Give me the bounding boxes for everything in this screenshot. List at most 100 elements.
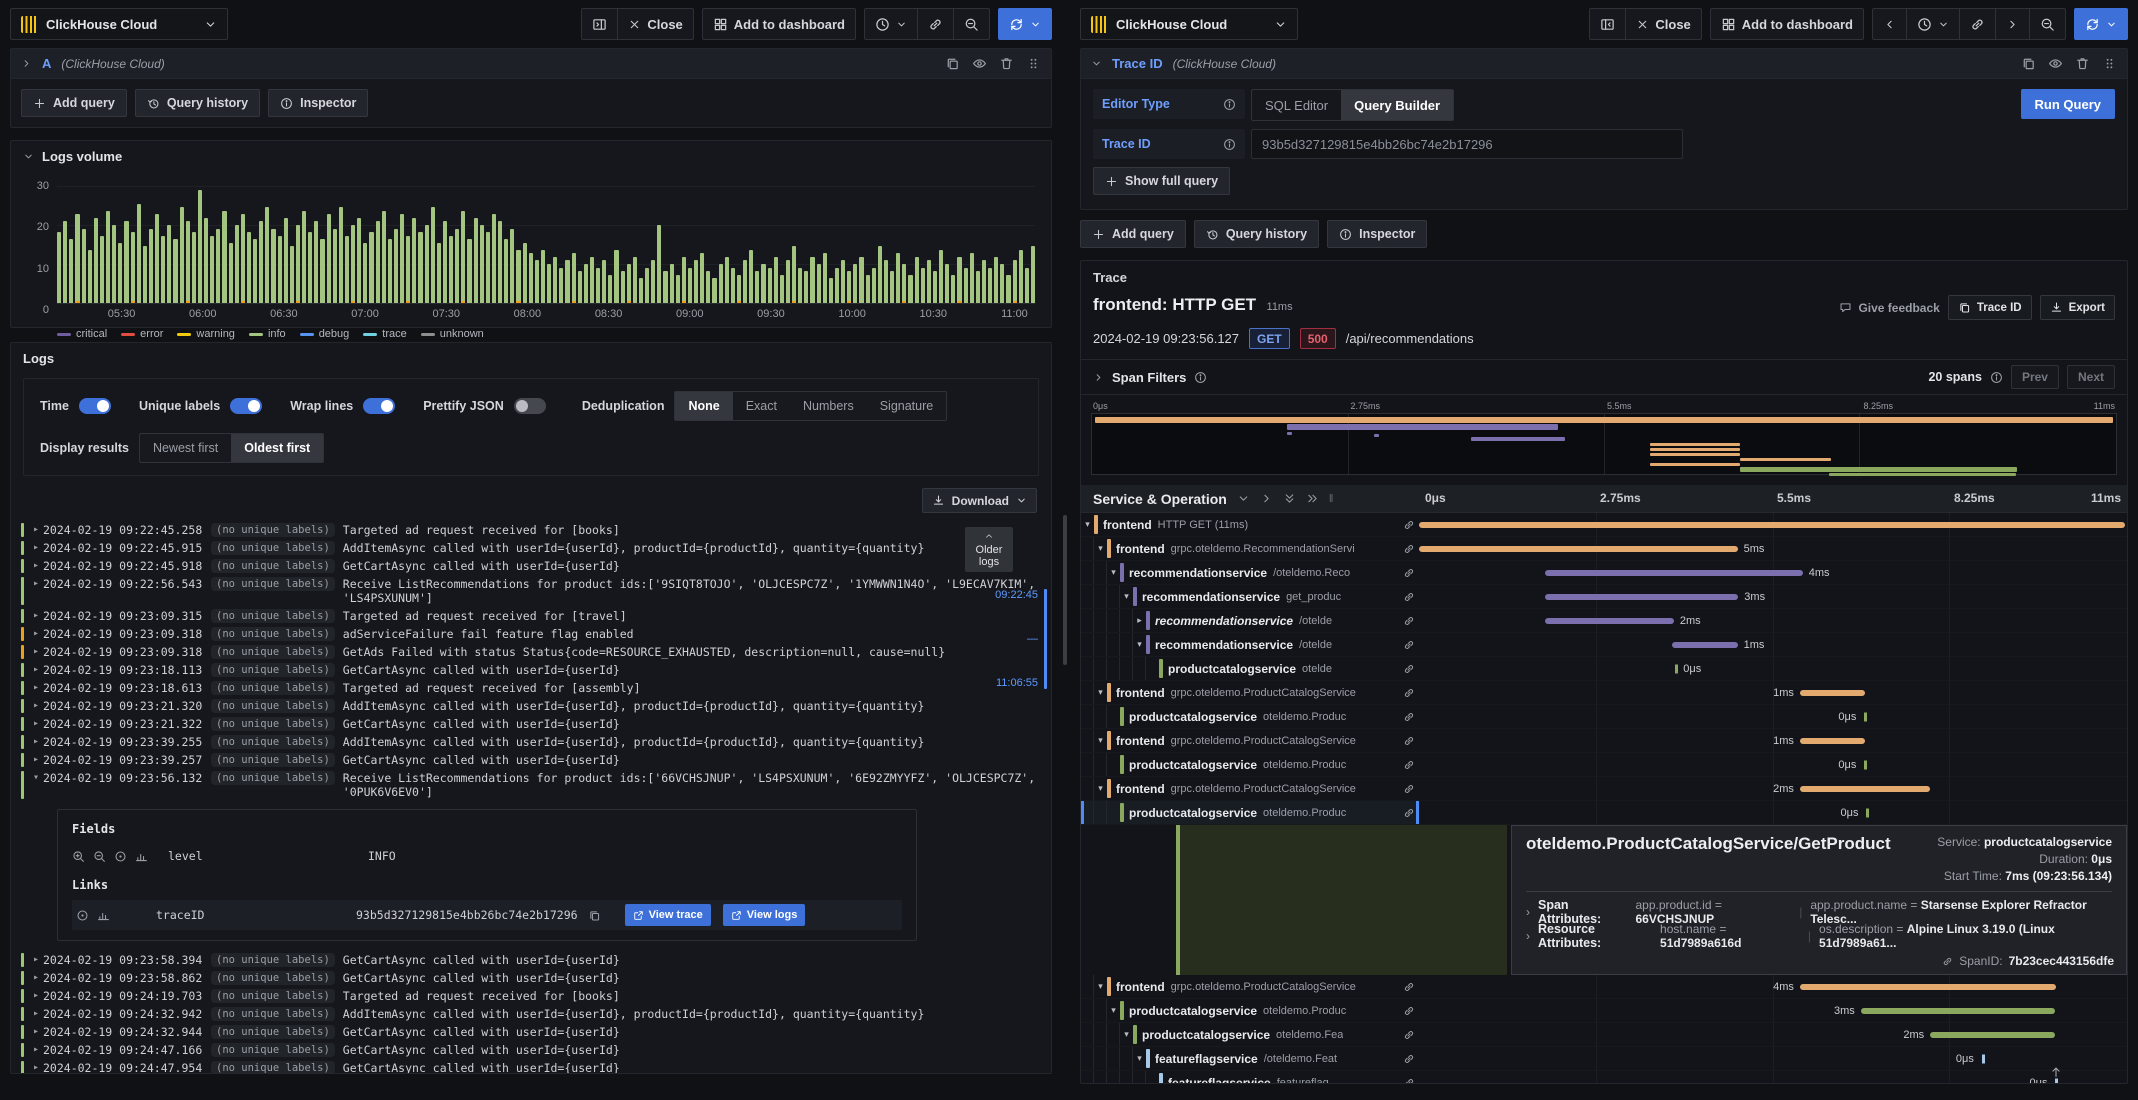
volume-bar[interactable]	[418, 232, 423, 303]
volume-bar[interactable]	[393, 228, 398, 303]
volume-bar[interactable]	[632, 256, 637, 303]
span-attributes-row[interactable]: › Span Attributes: app.product.id = 66VCHS…	[1526, 898, 2112, 926]
span-row[interactable]: ▾ frontend HTTP GET (11ms)	[1081, 513, 2127, 537]
left-datasource-picker[interactable]: ClickHouse Cloud	[10, 8, 228, 40]
volume-bar[interactable]	[571, 253, 576, 303]
volume-bar[interactable]	[681, 256, 686, 303]
span-duration-bar[interactable]	[1419, 545, 1738, 552]
volume-bar[interactable]	[498, 221, 503, 303]
range-line[interactable]	[1044, 589, 1047, 689]
volume-bar[interactable]	[767, 267, 772, 303]
volume-bar[interactable]	[314, 221, 319, 303]
span-row[interactable]: productcatalogservice otelde 0μs	[1081, 657, 2127, 681]
log-row[interactable]: ▸ 2024-02-19 09:23:21.320 (no unique label…	[21, 697, 1051, 715]
volume-bar[interactable]	[896, 253, 901, 303]
span-link-icon[interactable]	[1403, 519, 1415, 531]
span-name-cell[interactable]: ▾ recommendationservice/otelde	[1081, 633, 1419, 656]
volume-bar[interactable]	[663, 271, 668, 303]
editor-type-sql-editor[interactable]: SQL Editor	[1252, 90, 1341, 120]
expand-row-icon[interactable]: ▸	[29, 541, 43, 555]
span-link-icon[interactable]	[1403, 807, 1415, 819]
span-link-icon[interactable]	[1403, 759, 1415, 771]
volume-bar[interactable]	[430, 207, 435, 303]
volume-bar[interactable]	[240, 214, 245, 303]
volume-bar[interactable]	[375, 221, 380, 303]
dedup-option-signature[interactable]: Signature	[867, 392, 947, 420]
volume-bar[interactable]	[712, 278, 717, 303]
span-timeline-cell[interactable]: 1ms	[1419, 729, 2127, 752]
log-row[interactable]: ▸ 2024-02-19 09:23:18.113 (no unique label…	[21, 661, 1051, 679]
span-duration-bar[interactable]	[1799, 983, 2057, 990]
volume-bar[interactable]	[736, 274, 741, 303]
span-name-cell[interactable]: ▾ frontend grpc.oteldemo.ProductCatalogSer…	[1081, 681, 1419, 704]
volume-bar[interactable]	[553, 256, 558, 303]
volume-bar[interactable]	[436, 242, 441, 303]
unique-labels-toggle[interactable]	[230, 398, 263, 414]
volume-bar[interactable]	[271, 228, 276, 303]
toggle-visibility-icon[interactable]	[972, 56, 987, 71]
volume-bar[interactable]	[289, 246, 294, 303]
volume-bar[interactable]	[246, 232, 251, 303]
drag-handle-icon[interactable]	[2102, 56, 2117, 71]
collapse-row-icon[interactable]: ▾	[29, 771, 43, 785]
span-row[interactable]: ▾ productcatalogservice oteldemo.Produc 3ms	[1081, 999, 2127, 1023]
editor-type-query-builder[interactable]: Query Builder	[1341, 90, 1454, 120]
volume-bar[interactable]	[369, 232, 374, 303]
span-duration-bar[interactable]	[1799, 737, 1866, 744]
log-row[interactable]: ▸ 2024-02-19 09:22:56.543 (no unique label…	[21, 575, 1051, 607]
volume-bar[interactable]	[461, 210, 466, 303]
log-row[interactable]: ▸ 2024-02-19 09:23:39.257 (no unique label…	[21, 751, 1051, 769]
volume-bar[interactable]	[981, 260, 986, 303]
volume-bar[interactable]	[914, 256, 919, 303]
chevron-right-icon[interactable]	[1093, 372, 1104, 383]
span-link-icon[interactable]	[1403, 543, 1415, 555]
volume-bar[interactable]	[130, 232, 135, 303]
volume-bar[interactable]	[259, 221, 264, 303]
view-logs-button[interactable]: View logs	[722, 904, 806, 926]
span-row[interactable]: productcatalogservice oteldemo.Produc 0μs	[1081, 753, 2127, 777]
volume-bar[interactable]	[528, 253, 533, 303]
span-row[interactable]: ▾ frontend grpc.oteldemo.RecommendationSer…	[1081, 537, 2127, 561]
volume-bar[interactable]	[675, 274, 680, 303]
log-row[interactable]: ▸ 2024-02-19 09:24:47.166 (no unique label…	[21, 1041, 1051, 1059]
dedup-option-none[interactable]: None	[675, 392, 733, 420]
download-button[interactable]: Download	[921, 488, 1037, 513]
time-picker-button[interactable]	[1906, 8, 1960, 40]
span-timeline-cell[interactable]: 1ms	[1419, 633, 2127, 656]
logs-volume-header[interactable]: Logs volume	[11, 141, 1051, 172]
span-name-cell[interactable]: ▾ frontend HTTP GET (11ms)	[1081, 513, 1419, 536]
chevron-down-icon[interactable]: ▾	[1094, 783, 1107, 794]
toggle-field-icon[interactable]	[114, 850, 127, 863]
volume-bar[interactable]	[945, 264, 950, 303]
volume-bar[interactable]	[1018, 249, 1023, 303]
volume-bar[interactable]	[504, 239, 509, 303]
volume-bar[interactable]	[142, 246, 147, 303]
span-timeline-cell[interactable]: 0μs	[1419, 705, 2127, 728]
chevron-right-icon[interactable]: ▸	[1133, 615, 1146, 626]
expand-row-icon[interactable]: ▸	[29, 559, 43, 573]
time-shift-forward-button[interactable]	[1995, 8, 2030, 40]
span-name-cell[interactable]: productcatalogservice otelde	[1081, 657, 1419, 680]
stats-icon[interactable]	[97, 909, 110, 922]
volume-bar[interactable]	[816, 264, 821, 303]
span-instant-tick[interactable]	[1864, 760, 1868, 769]
trace-id-input[interactable]	[1251, 129, 1683, 159]
volume-bar[interactable]	[890, 271, 895, 303]
volume-bar[interactable]	[694, 260, 699, 303]
legend-item[interactable]: trace	[363, 328, 407, 340]
query-history-button[interactable]: Query history	[134, 89, 261, 117]
volume-bar[interactable]	[687, 267, 692, 303]
span-link-icon[interactable]	[1403, 1053, 1415, 1065]
expand-row-icon[interactable]: ▸	[29, 523, 43, 537]
time-toggle[interactable]	[78, 398, 111, 414]
volume-bar[interactable]	[148, 228, 153, 303]
volume-bar[interactable]	[540, 249, 545, 303]
legend-item[interactable]: critical	[57, 328, 107, 340]
query-row-trace-id[interactable]: Trace ID (ClickHouse Cloud)	[1081, 49, 2127, 79]
span-timeline-cell[interactable]: 0μs	[1419, 753, 2127, 776]
span-timeline-cell[interactable]: 2ms	[1419, 1023, 2127, 1046]
volume-bar[interactable]	[798, 267, 803, 303]
span-link-icon[interactable]	[1403, 639, 1415, 651]
delete-query-icon[interactable]	[999, 56, 1014, 71]
span-duration-bar[interactable]	[1799, 785, 1931, 792]
